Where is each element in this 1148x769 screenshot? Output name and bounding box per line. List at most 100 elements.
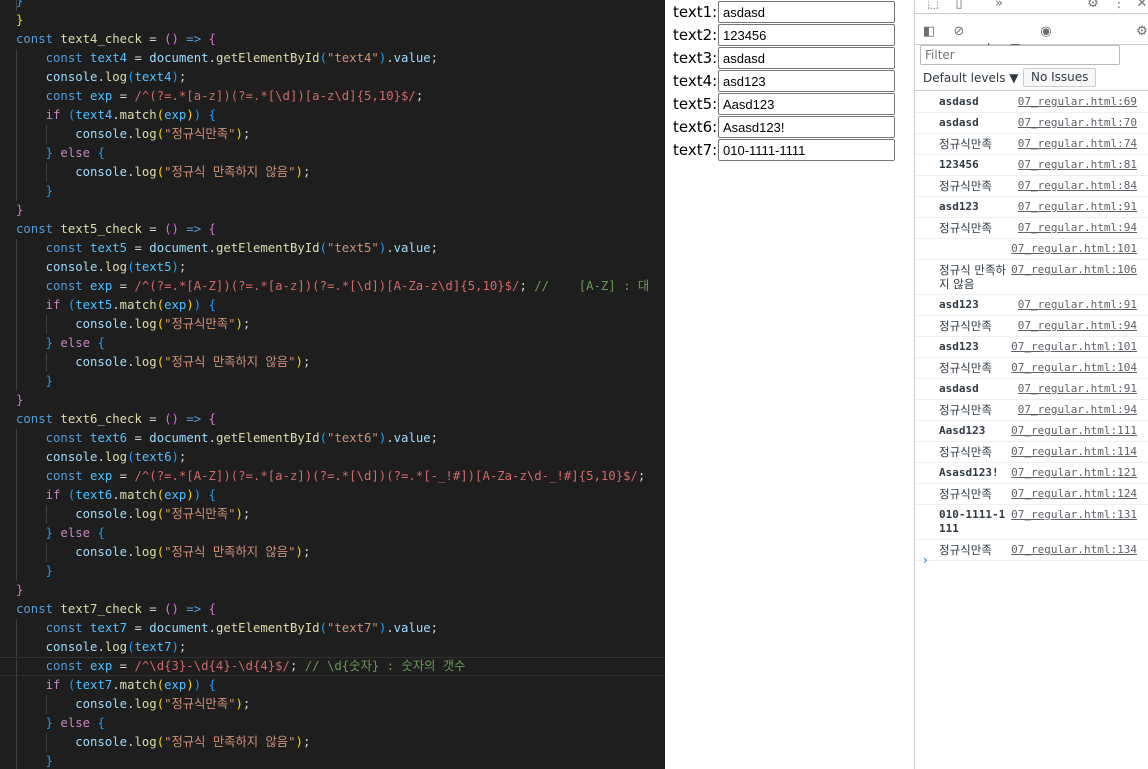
console-message: asd123 07_regular.html:91: [915, 295, 1148, 316]
field-label: text1:: [673, 3, 718, 21]
console-message: 정규식만족 07_regular.html:104: [915, 358, 1148, 379]
code-line[interactable]: const text4_check = () => {: [0, 30, 665, 49]
code-line[interactable]: const text7 = document.getElementById("t…: [0, 619, 665, 638]
source-link[interactable]: 07_regular.html:94: [1018, 403, 1137, 417]
text2-input[interactable]: [718, 24, 895, 46]
clear-console-icon[interactable]: ⊘: [951, 24, 967, 40]
issues-button[interactable]: No Issues: [1023, 68, 1097, 87]
code-line[interactable]: }: [0, 0, 665, 11]
source-link[interactable]: 07_regular.html:91: [1018, 382, 1137, 396]
code-line[interactable]: } else {: [0, 714, 665, 733]
code-line[interactable]: }: [0, 182, 665, 201]
console-settings-icon[interactable]: ⚙: [1135, 24, 1148, 40]
code-line[interactable]: } else {: [0, 144, 665, 163]
source-link[interactable]: 07_regular.html:104: [1011, 361, 1137, 375]
code-line[interactable]: } else {: [0, 334, 665, 353]
code-token: (: [319, 241, 327, 255]
settings-gear-icon[interactable]: ⚙: [1085, 0, 1101, 12]
code-line[interactable]: }: [0, 391, 665, 410]
source-link[interactable]: 07_regular.html:134: [1011, 543, 1137, 557]
source-link[interactable]: 07_regular.html:114: [1011, 445, 1137, 459]
message-text: 정규식만족: [939, 179, 992, 193]
code-line[interactable]: const text6_check = () => {: [0, 410, 665, 429]
source-link[interactable]: 07_regular.html:81: [1018, 158, 1137, 172]
code-line[interactable]: console.log("정규식 만족하지 않음");: [0, 353, 665, 372]
code-line[interactable]: console.log("정규식 만족하지 않음");: [0, 733, 665, 752]
code-line[interactable]: }: [0, 201, 665, 220]
source-link[interactable]: 07_regular.html:124: [1011, 487, 1137, 501]
code-token: {: [208, 222, 216, 236]
indent-guide: [16, 49, 17, 68]
code-editor[interactable]: }} const text4_check = () => { const text…: [0, 0, 665, 769]
close-icon[interactable]: ✕: [1135, 0, 1148, 12]
source-link[interactable]: 07_regular.html:69: [1018, 95, 1137, 109]
source-link[interactable]: 07_regular.html:94: [1018, 221, 1137, 235]
code-line[interactable]: const exp = /^(?=.*[a-z])(?=.*[\d])[a-z\…: [0, 87, 665, 106]
code-token: log: [134, 165, 157, 179]
code-line[interactable]: console.log("정규식만족");: [0, 125, 665, 144]
code-line[interactable]: console.log("정규식만족");: [0, 315, 665, 334]
code-line[interactable]: const exp = /^(?=.*[A-Z])(?=.*[a-z])(?=.…: [0, 277, 665, 296]
text4-input[interactable]: [718, 70, 895, 92]
code-line[interactable]: const text5 = document.getElementById("t…: [0, 239, 665, 258]
log-levels-dropdown[interactable]: Default levels ▼: [923, 71, 1019, 85]
code-token: ): [235, 317, 243, 331]
device-toolbar-icon[interactable]: ▯: [951, 0, 967, 12]
code-line[interactable]: }: [0, 581, 665, 600]
code-line[interactable]: console.log(text6);: [0, 448, 665, 467]
message-text: asd123: [939, 340, 979, 353]
text1-input[interactable]: [718, 1, 895, 23]
code-line[interactable]: } else {: [0, 524, 665, 543]
code-token: (: [156, 127, 165, 141]
text5-input[interactable]: [718, 93, 895, 115]
text6-input[interactable]: [718, 116, 895, 138]
code-line[interactable]: }: [0, 11, 665, 30]
text7-input[interactable]: [718, 139, 895, 161]
filter-input[interactable]: [920, 45, 1120, 65]
source-link[interactable]: 07_regular.html:111: [1011, 424, 1137, 438]
source-link[interactable]: 07_regular.html:94: [1018, 319, 1137, 333]
source-link[interactable]: 07_regular.html:101: [1011, 340, 1137, 354]
indent-guide: [16, 277, 17, 296]
code-line[interactable]: const exp = /^\d{3}-\d{4}-\d{4}$/; // \d…: [0, 657, 665, 677]
code-line[interactable]: const exp = /^(?=.*[A-Z])(?=.*[a-z])(?=.…: [0, 467, 665, 486]
code-line[interactable]: console.log("정규식만족");: [0, 695, 665, 714]
source-link[interactable]: 07_regular.html:121: [1011, 466, 1137, 480]
source-link[interactable]: 07_regular.html:84: [1018, 179, 1137, 193]
code-line[interactable]: console.log("정규식만족");: [0, 505, 665, 524]
code-line[interactable]: if (text4.match(exp)) {: [0, 106, 665, 125]
eye-icon[interactable]: ◉: [1038, 24, 1054, 40]
source-link[interactable]: 07_regular.html:106: [1011, 263, 1137, 277]
source-link[interactable]: 07_regular.html:70: [1018, 116, 1137, 130]
console-prompt[interactable]: ›: [923, 553, 928, 567]
code-token: ): [235, 507, 243, 521]
source-link[interactable]: 07_regular.html:91: [1018, 298, 1137, 312]
source-link[interactable]: 07_regular.html:131: [1011, 508, 1137, 522]
more-options-icon[interactable]: ⋮: [1111, 0, 1127, 12]
sidebar-toggle-icon[interactable]: ◧: [921, 24, 937, 40]
code-line[interactable]: }: [0, 372, 665, 391]
code-line[interactable]: const text5_check = () => {: [0, 220, 665, 239]
code-token: =>: [178, 602, 209, 616]
code-line[interactable]: if (text5.match(exp)) {: [0, 296, 665, 315]
code-line[interactable]: console.log("정규식 만족하지 않음");: [0, 543, 665, 562]
code-line[interactable]: console.log("정규식 만족하지 않음");: [0, 163, 665, 182]
source-link[interactable]: 07_regular.html:74: [1018, 137, 1137, 151]
code-line[interactable]: const text6 = document.getElementById("t…: [0, 429, 665, 448]
inspect-element-icon[interactable]: ⬚: [925, 0, 941, 12]
indent-guide: [16, 638, 17, 657]
code-token: =: [127, 621, 150, 635]
code-line[interactable]: }: [0, 752, 665, 769]
code-line[interactable]: const text4 = document.getElementById("t…: [0, 49, 665, 68]
code-line[interactable]: console.log(text4);: [0, 68, 665, 87]
code-line[interactable]: const text7_check = () => {: [0, 600, 665, 619]
code-line[interactable]: if (text7.match(exp)) {: [0, 676, 665, 695]
code-line[interactable]: if (text6.match(exp)) {: [0, 486, 665, 505]
code-line[interactable]: }: [0, 562, 665, 581]
source-link[interactable]: 07_regular.html:91: [1018, 200, 1137, 214]
source-link[interactable]: 07_regular.html:101: [1011, 242, 1137, 256]
code-line[interactable]: console.log(text7);: [0, 638, 665, 657]
code-line[interactable]: console.log(text5);: [0, 258, 665, 277]
more-tabs-icon[interactable]: »: [991, 0, 1007, 12]
text3-input[interactable]: [718, 47, 895, 69]
